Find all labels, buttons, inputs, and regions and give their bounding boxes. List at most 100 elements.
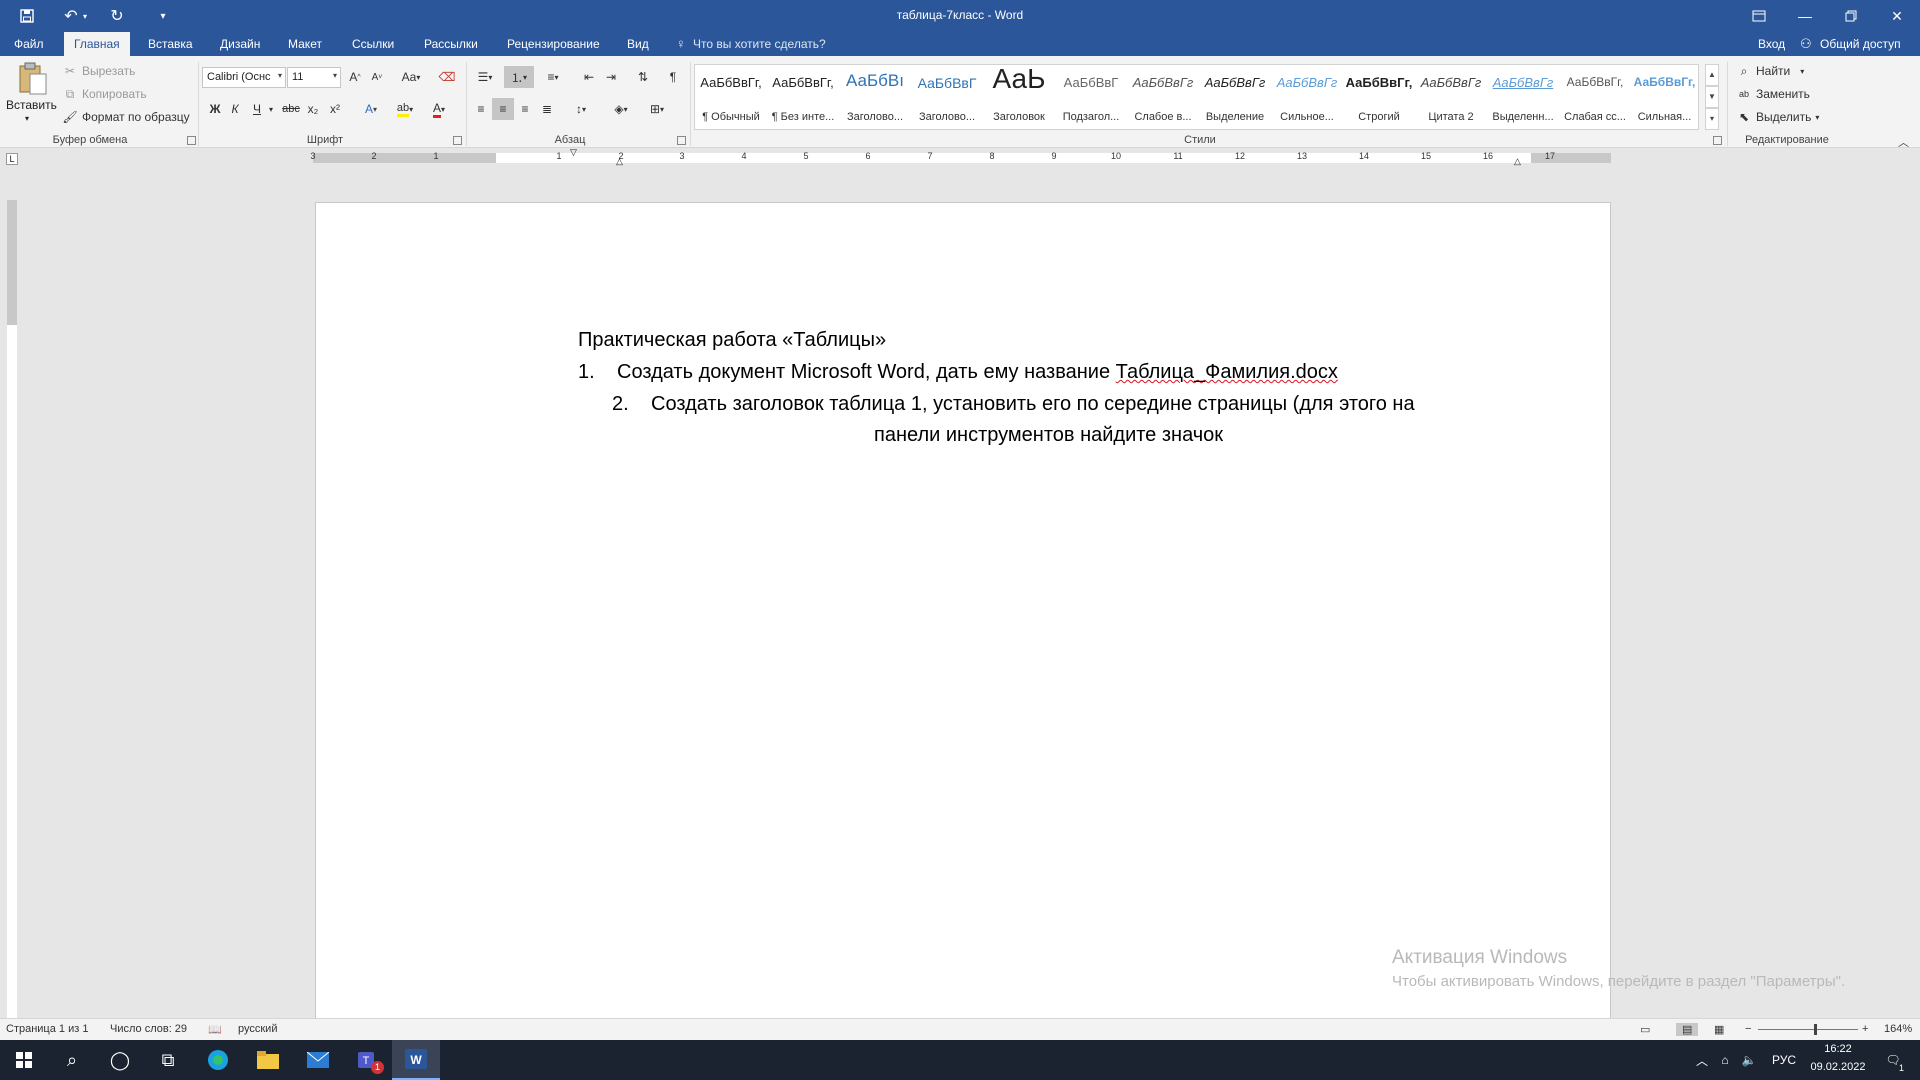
multilevel-list-button[interactable]: ≡ ▾: [538, 66, 568, 88]
tab-references[interactable]: Ссылки: [342, 32, 404, 56]
cortana-icon[interactable]: ◯: [96, 1040, 144, 1080]
search-icon[interactable]: ⌕: [48, 1040, 96, 1080]
font-family-combo[interactable]: Calibri (Оснс ▾: [202, 67, 286, 88]
tab-file[interactable]: Файл: [4, 32, 54, 56]
increase-indent-icon[interactable]: ⇥: [600, 66, 622, 88]
font-launcher-icon[interactable]: [453, 136, 462, 145]
justify-icon[interactable]: ≣: [536, 98, 558, 120]
shading-button[interactable]: ◈ ▾: [606, 98, 636, 120]
language-indicator[interactable]: русский: [238, 1023, 277, 1035]
print-layout-icon[interactable]: ▤: [1676, 1023, 1699, 1036]
zoom-slider-thumb[interactable]: [1814, 1024, 1817, 1035]
customize-quick-access-icon[interactable]: ▾: [148, 4, 178, 28]
chevron-up-icon[interactable]: ▲: [1705, 64, 1719, 86]
change-case-button[interactable]: Aa ▾: [396, 66, 426, 88]
style-strong[interactable]: АаБбВвГг, Строгий: [1343, 65, 1415, 129]
tab-design[interactable]: Дизайн: [210, 32, 270, 56]
doc-title[interactable]: Практическая работа «Таблицы»: [578, 329, 886, 352]
minimize-icon[interactable]: —: [1782, 0, 1828, 32]
clear-formatting-icon[interactable]: ⌫: [436, 66, 458, 88]
page-count[interactable]: Страница 1 из 1: [6, 1023, 88, 1035]
clock-date[interactable]: 09.02.2022: [1806, 1061, 1870, 1073]
share-button[interactable]: Общий доступ: [1820, 32, 1901, 56]
undo-dropdown-icon[interactable]: ▾: [78, 4, 92, 28]
highlight-button[interactable]: ab ▾: [390, 98, 420, 120]
tab-view[interactable]: Вид: [617, 32, 659, 56]
word-count[interactable]: Число слов: 29: [110, 1023, 187, 1035]
bold-button[interactable]: Ж: [204, 98, 226, 120]
tell-me-search[interactable]: Что вы хотите сделать?: [693, 32, 826, 56]
style-normal[interactable]: АаБбВвГг, ¶ Обычный: [695, 65, 767, 129]
zoom-in-icon[interactable]: +: [1862, 1023, 1868, 1035]
tab-insert[interactable]: Вставка: [138, 32, 203, 56]
chevron-down-icon[interactable]: ▼: [1705, 86, 1719, 108]
paste-dropdown-icon[interactable]: ▾: [25, 114, 29, 123]
mail-icon[interactable]: [294, 1040, 342, 1080]
cut-button[interactable]: ✂ Вырезать: [62, 63, 135, 79]
style-intense-emphasis[interactable]: АаБбВвГг Сильное...: [1271, 65, 1343, 129]
replace-button[interactable]: ab Заменить: [1736, 86, 1810, 102]
ribbon-display-options-icon[interactable]: [1736, 0, 1782, 32]
notification-icon[interactable]: 🗨 1: [1876, 1040, 1910, 1080]
borders-button[interactable]: ⊞ ▾: [642, 98, 672, 120]
style-emphasis[interactable]: АаБбВвГг Выделение: [1199, 65, 1271, 129]
style-heading-1[interactable]: АаБбВı Заголово...: [839, 65, 911, 129]
read-mode-icon[interactable]: ▭: [1640, 1023, 1650, 1036]
italic-button[interactable]: К: [224, 98, 246, 120]
style-no-spacing[interactable]: АаБбВвГг, ¶ Без инте...: [767, 65, 839, 129]
first-line-indent-marker[interactable]: ▽: [570, 147, 577, 158]
show-formatting-icon[interactable]: ¶: [662, 66, 684, 88]
shrink-font-button[interactable]: A ˅: [366, 66, 388, 88]
sort-icon[interactable]: ⇅: [632, 66, 654, 88]
network-icon[interactable]: ⌂: [1714, 1040, 1736, 1080]
clipboard-launcher-icon[interactable]: [187, 136, 196, 145]
style-quote-2[interactable]: АаБбВвГг Цитата 2: [1415, 65, 1487, 129]
superscript-button[interactable]: x²: [324, 98, 346, 120]
paste-icon[interactable]: [12, 62, 52, 98]
select-button[interactable]: ⬉ Выделить ▾: [1736, 109, 1819, 125]
file-explorer-icon[interactable]: [244, 1040, 292, 1080]
web-layout-icon[interactable]: ▦: [1714, 1023, 1724, 1036]
save-icon[interactable]: [12, 4, 42, 28]
teams-icon[interactable]: T 1: [344, 1040, 392, 1080]
list-item-1[interactable]: Создать документ Microsoft Word, дать ем…: [617, 361, 1338, 384]
zoom-slider[interactable]: [1758, 1029, 1858, 1030]
line-spacing-button[interactable]: ↕ ▾: [566, 98, 596, 120]
zoom-out-icon[interactable]: −: [1745, 1023, 1751, 1035]
zoom-level[interactable]: 164%: [1884, 1023, 1912, 1035]
tab-home[interactable]: Главная: [64, 32, 130, 56]
sign-in-link[interactable]: Вход: [1758, 32, 1785, 56]
style-intense-reference[interactable]: АаБбВвГг, Сильная...: [1631, 65, 1698, 129]
misspelled-filename[interactable]: Таблица_Фамилия.docx: [1116, 361, 1338, 383]
task-view-icon[interactable]: ⧉: [144, 1040, 192, 1080]
hanging-indent-marker[interactable]: △: [616, 156, 623, 167]
input-language[interactable]: РУС: [1768, 1040, 1800, 1080]
tab-layout[interactable]: Макет: [278, 32, 332, 56]
font-size-combo[interactable]: 11 ▾: [287, 67, 341, 88]
vertical-ruler[interactable]: [7, 200, 17, 1020]
list-item-2-line-2[interactable]: панели инструментов найдите значок: [874, 424, 1223, 447]
windows-start-icon[interactable]: [0, 1040, 48, 1080]
show-hidden-icons[interactable]: ︿: [1692, 1040, 1712, 1080]
format-painter-button[interactable]: 🖌 Формат по образцу: [62, 109, 189, 125]
word-taskbar-icon[interactable]: W: [392, 1040, 440, 1080]
clock-time[interactable]: 16:22: [1806, 1043, 1870, 1055]
volume-icon[interactable]: 🔈: [1738, 1040, 1760, 1080]
style-title[interactable]: АаЬ Заголовок: [983, 63, 1055, 129]
horizontal-ruler[interactable]: 3 2 1 1 2 3 4 5 6 7 8 9 10 11 12 13 14 1…: [310, 147, 1611, 166]
align-right-icon[interactable]: ≡: [514, 98, 536, 120]
grow-font-button[interactable]: A ^: [344, 66, 366, 88]
tab-mailings[interactable]: Рассылки: [414, 32, 488, 56]
proofing-icon[interactable]: 📖: [208, 1023, 222, 1036]
align-left-icon[interactable]: ≡: [470, 98, 492, 120]
document-page[interactable]: Практическая работа «Таблицы» 1. Создать…: [315, 202, 1611, 1020]
strikethrough-button[interactable]: abc: [280, 98, 302, 120]
subscript-button[interactable]: x₂: [302, 98, 324, 120]
style-subtle-reference[interactable]: АаБбВвГг, Слабая сс...: [1559, 65, 1631, 129]
decrease-indent-icon[interactable]: ⇤: [578, 66, 600, 88]
find-button[interactable]: ⌕ Найти ▾: [1736, 63, 1805, 79]
right-indent-marker[interactable]: △: [1514, 156, 1521, 167]
style-subtitle[interactable]: АаБбВвГ Подзагол...: [1055, 65, 1127, 129]
styles-launcher-icon[interactable]: [1713, 136, 1722, 145]
align-center-icon[interactable]: ≡: [492, 98, 514, 120]
